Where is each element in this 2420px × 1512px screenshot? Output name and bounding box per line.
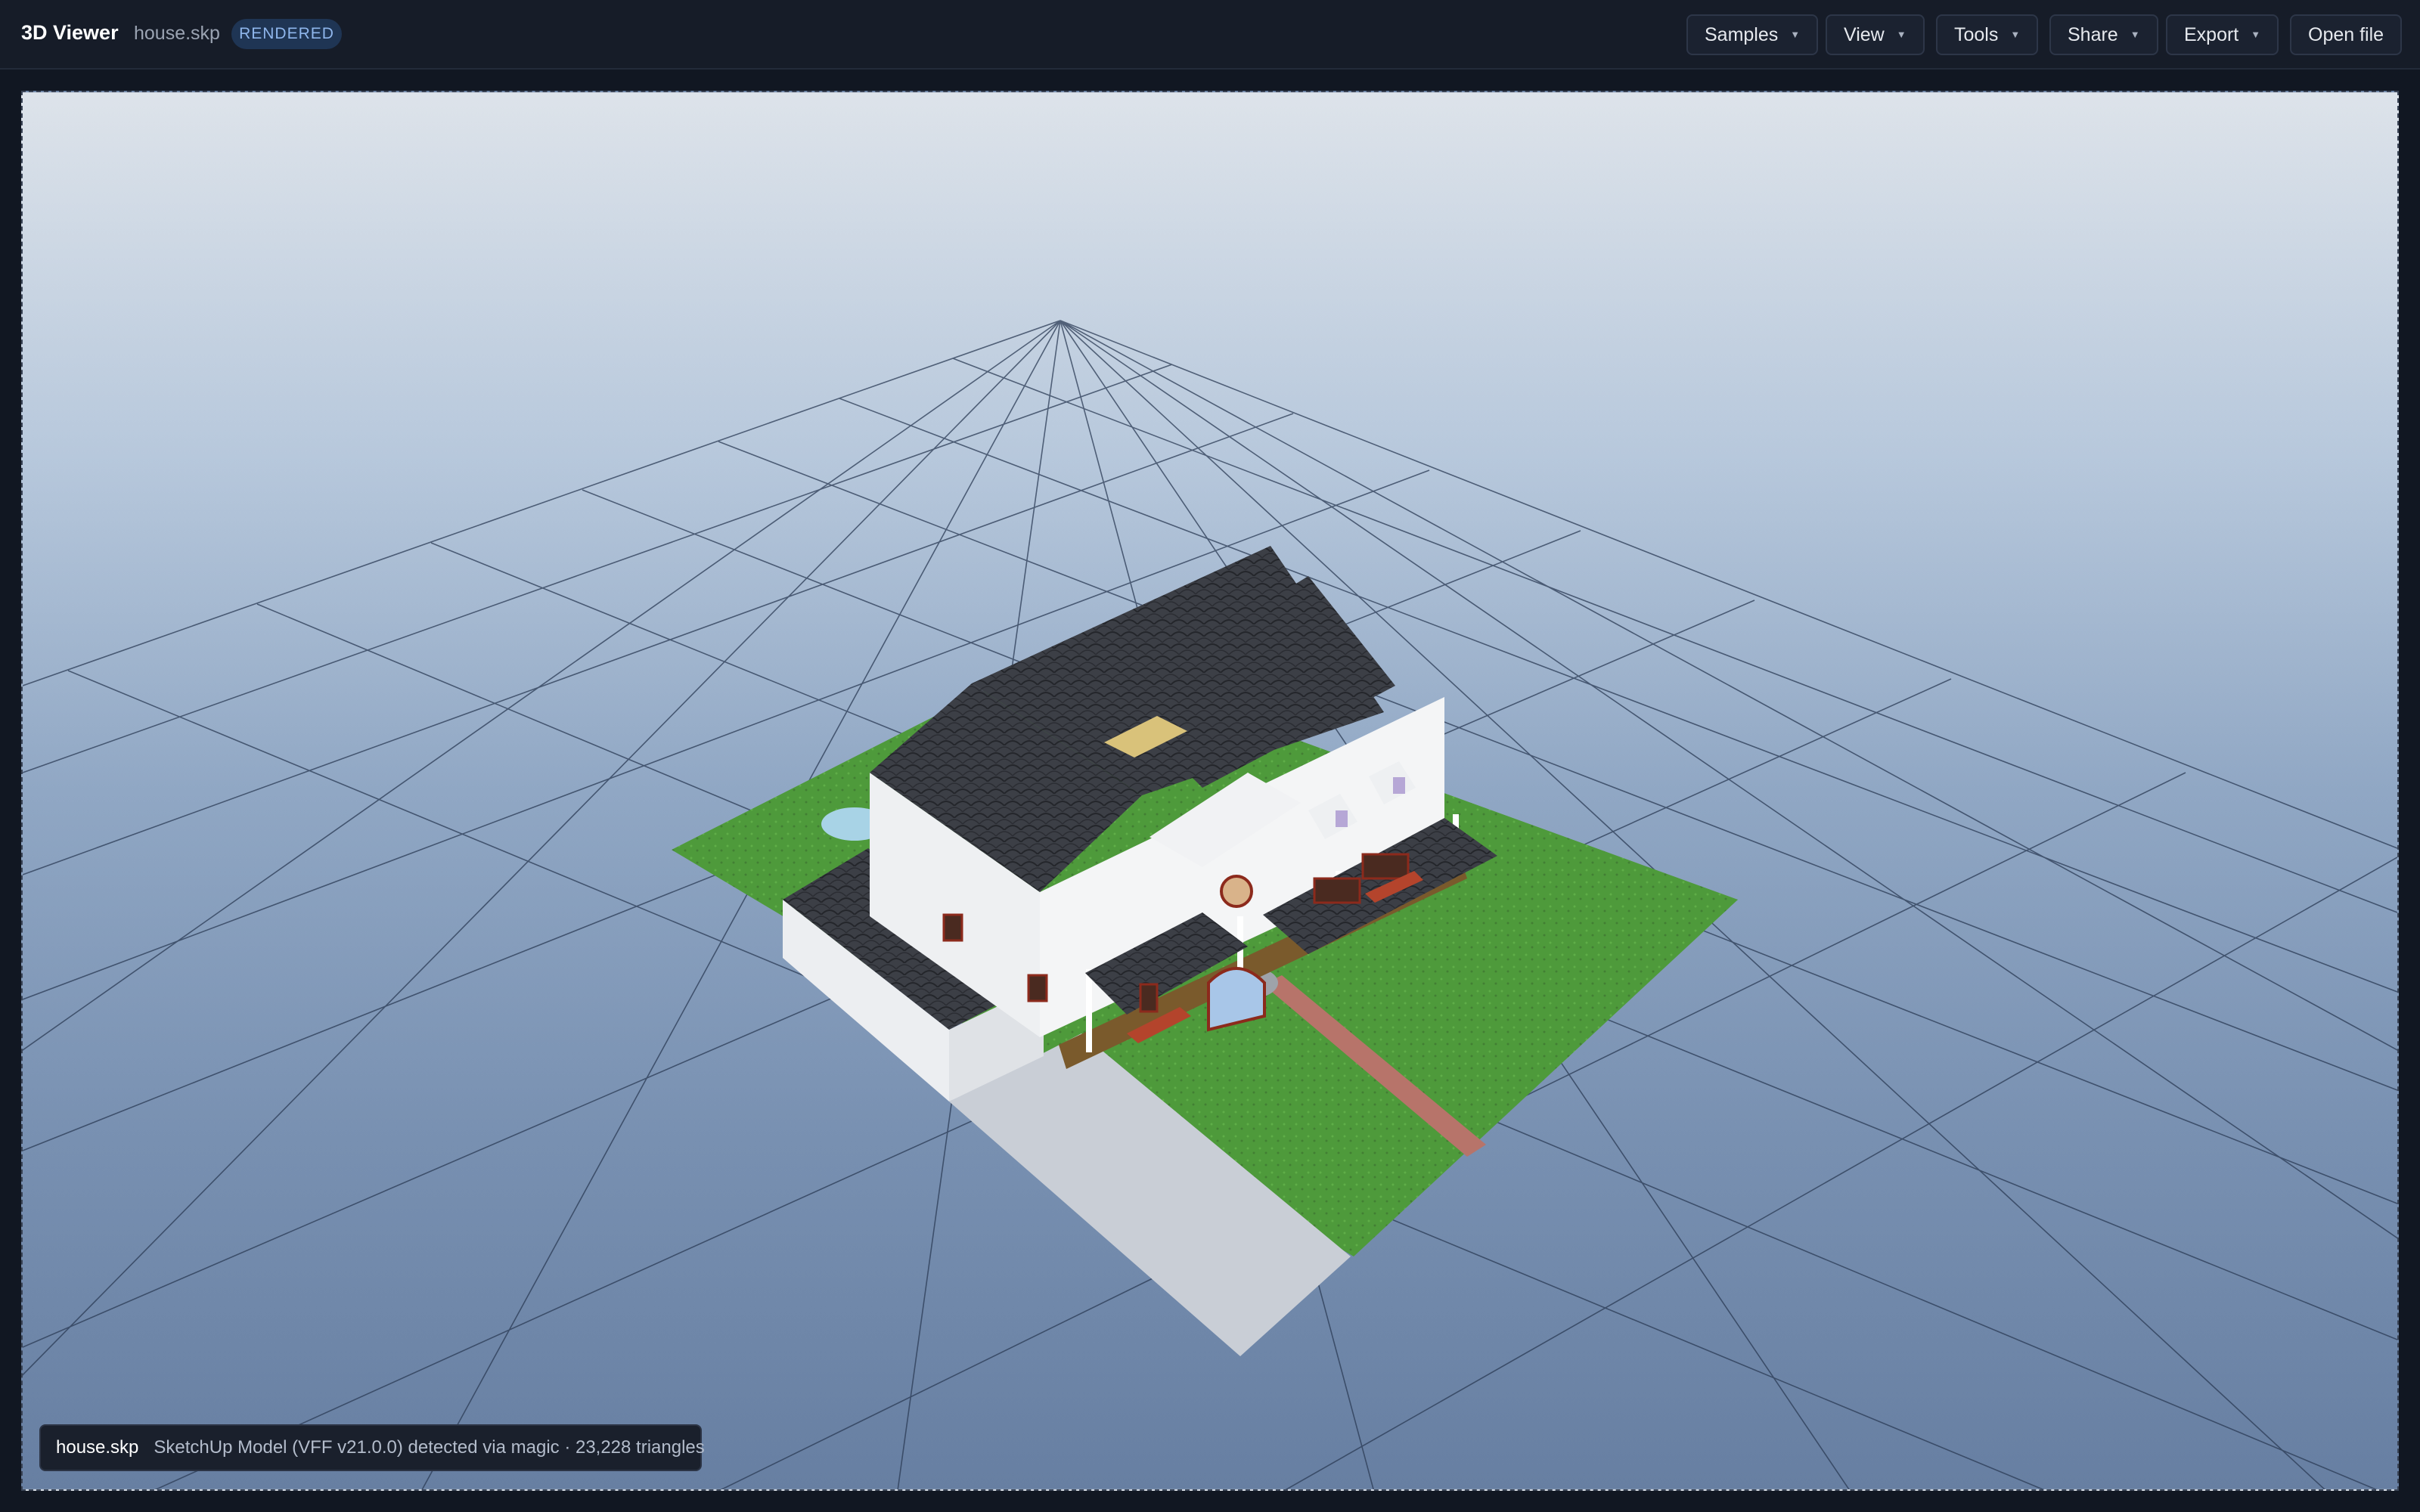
samples-menu-label: Samples [1705, 24, 1779, 45]
caret-down-icon: ▼ [2010, 29, 2021, 40]
status-model-info: SketchUp Model (VFF v21.0.0) detected vi… [154, 1437, 705, 1458]
view-menu-button[interactable]: View ▼ [1826, 14, 1925, 55]
export-menu-button[interactable]: Export ▼ [2166, 14, 2279, 55]
caret-down-icon: ▼ [1790, 29, 1801, 40]
caret-down-icon: ▼ [1896, 29, 1907, 40]
tools-menu-label: Tools [1954, 24, 1999, 45]
caret-down-icon: ▼ [2251, 29, 2261, 40]
view-menu-label: View [1844, 24, 1885, 45]
dormer-window [1393, 777, 1405, 794]
share-menu-button[interactable]: Share ▼ [2049, 14, 2158, 55]
3d-viewport[interactable]: house.skp SketchUp Model (VFF v21.0.0) d… [21, 91, 2399, 1491]
samples-menu-button[interactable]: Samples ▼ [1686, 14, 1819, 55]
app-title: 3D Viewer [21, 21, 119, 44]
current-file-name: house.skp [134, 23, 220, 44]
caret-down-icon: ▼ [2130, 29, 2140, 40]
open-file-label: Open file [2308, 24, 2384, 45]
round-window [1220, 875, 1253, 908]
top-toolbar: 3D Viewer house.skp RENDERED Samples ▼ V… [0, 0, 2420, 70]
open-file-button[interactable]: Open file [2290, 14, 2403, 55]
3d-scene[interactable] [23, 92, 2397, 1489]
tools-menu-button[interactable]: Tools ▼ [1936, 14, 2039, 55]
model-status-bar: house.skp SketchUp Model (VFF v21.0.0) d… [39, 1424, 705, 1471]
share-menu-label: Share [2068, 24, 2118, 45]
status-badge: RENDERED [231, 19, 342, 49]
dormer-window [1336, 810, 1348, 827]
export-menu-label: Export [2184, 24, 2239, 45]
status-file-name: house.skp [56, 1437, 139, 1458]
